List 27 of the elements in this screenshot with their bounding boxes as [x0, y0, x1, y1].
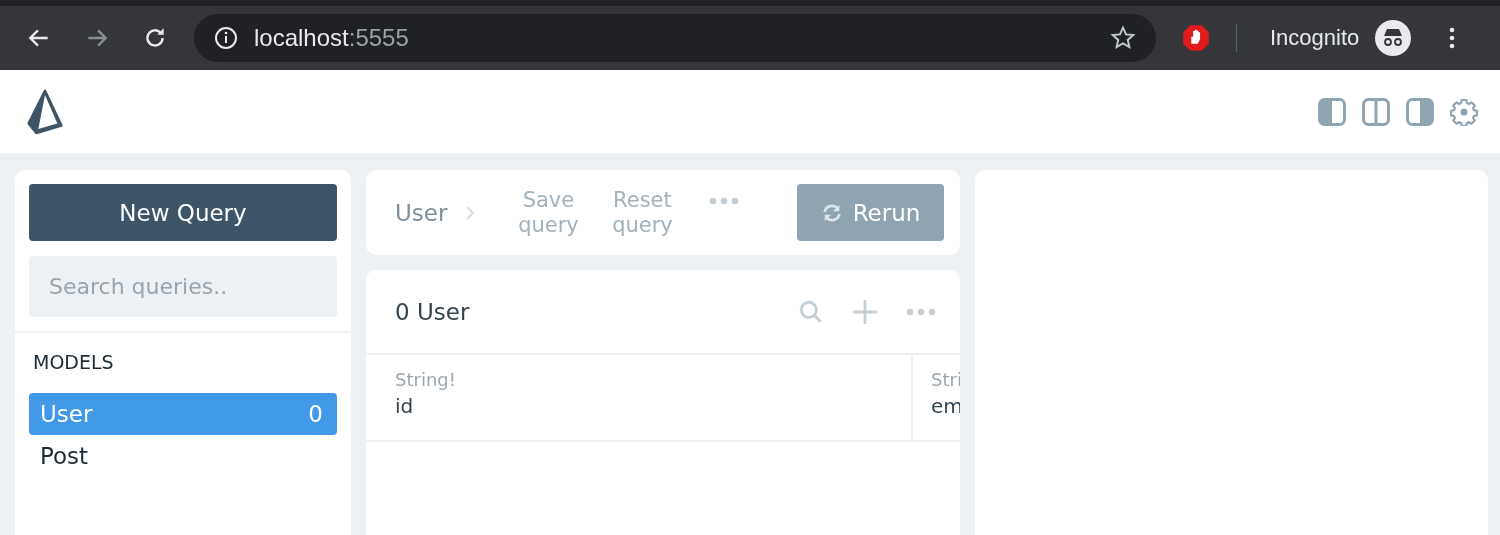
results-title: 0 User	[395, 298, 470, 325]
left-panel-icon[interactable]	[1318, 98, 1346, 126]
menu-icon[interactable]	[1449, 27, 1456, 49]
chevron-right-icon	[465, 204, 476, 221]
stop-hand-icon[interactable]	[1182, 24, 1210, 52]
model-name: User	[40, 401, 93, 427]
column-header[interactable]: String! id	[366, 355, 913, 440]
right-panel-icon[interactable]	[1406, 98, 1434, 126]
split-panel-icon[interactable]	[1362, 98, 1390, 126]
bookmark-star-icon[interactable]	[1110, 25, 1136, 51]
column-type: String!	[395, 369, 457, 390]
address-bar[interactable]: localhost:5555	[194, 14, 1156, 62]
incognito-avatar-icon[interactable]	[1375, 20, 1412, 56]
profile-name: Incognito	[1270, 25, 1360, 51]
model-count: 0	[308, 401, 323, 427]
refresh-icon	[820, 201, 843, 224]
column-type: Stri	[931, 369, 960, 390]
column-name: id	[395, 394, 415, 418]
url-text: localhost:5555	[254, 24, 410, 52]
settings-icon[interactable]	[1450, 98, 1478, 126]
section-heading: MODELS	[32, 351, 115, 373]
model-name: Post	[40, 443, 89, 469]
info-icon[interactable]	[214, 26, 238, 50]
prism-logo-icon	[26, 89, 64, 135]
new-query-button[interactable]: New Query	[29, 184, 337, 241]
model-item[interactable]: Post	[29, 435, 337, 477]
search-field[interactable]: Search queries..	[29, 256, 337, 317]
